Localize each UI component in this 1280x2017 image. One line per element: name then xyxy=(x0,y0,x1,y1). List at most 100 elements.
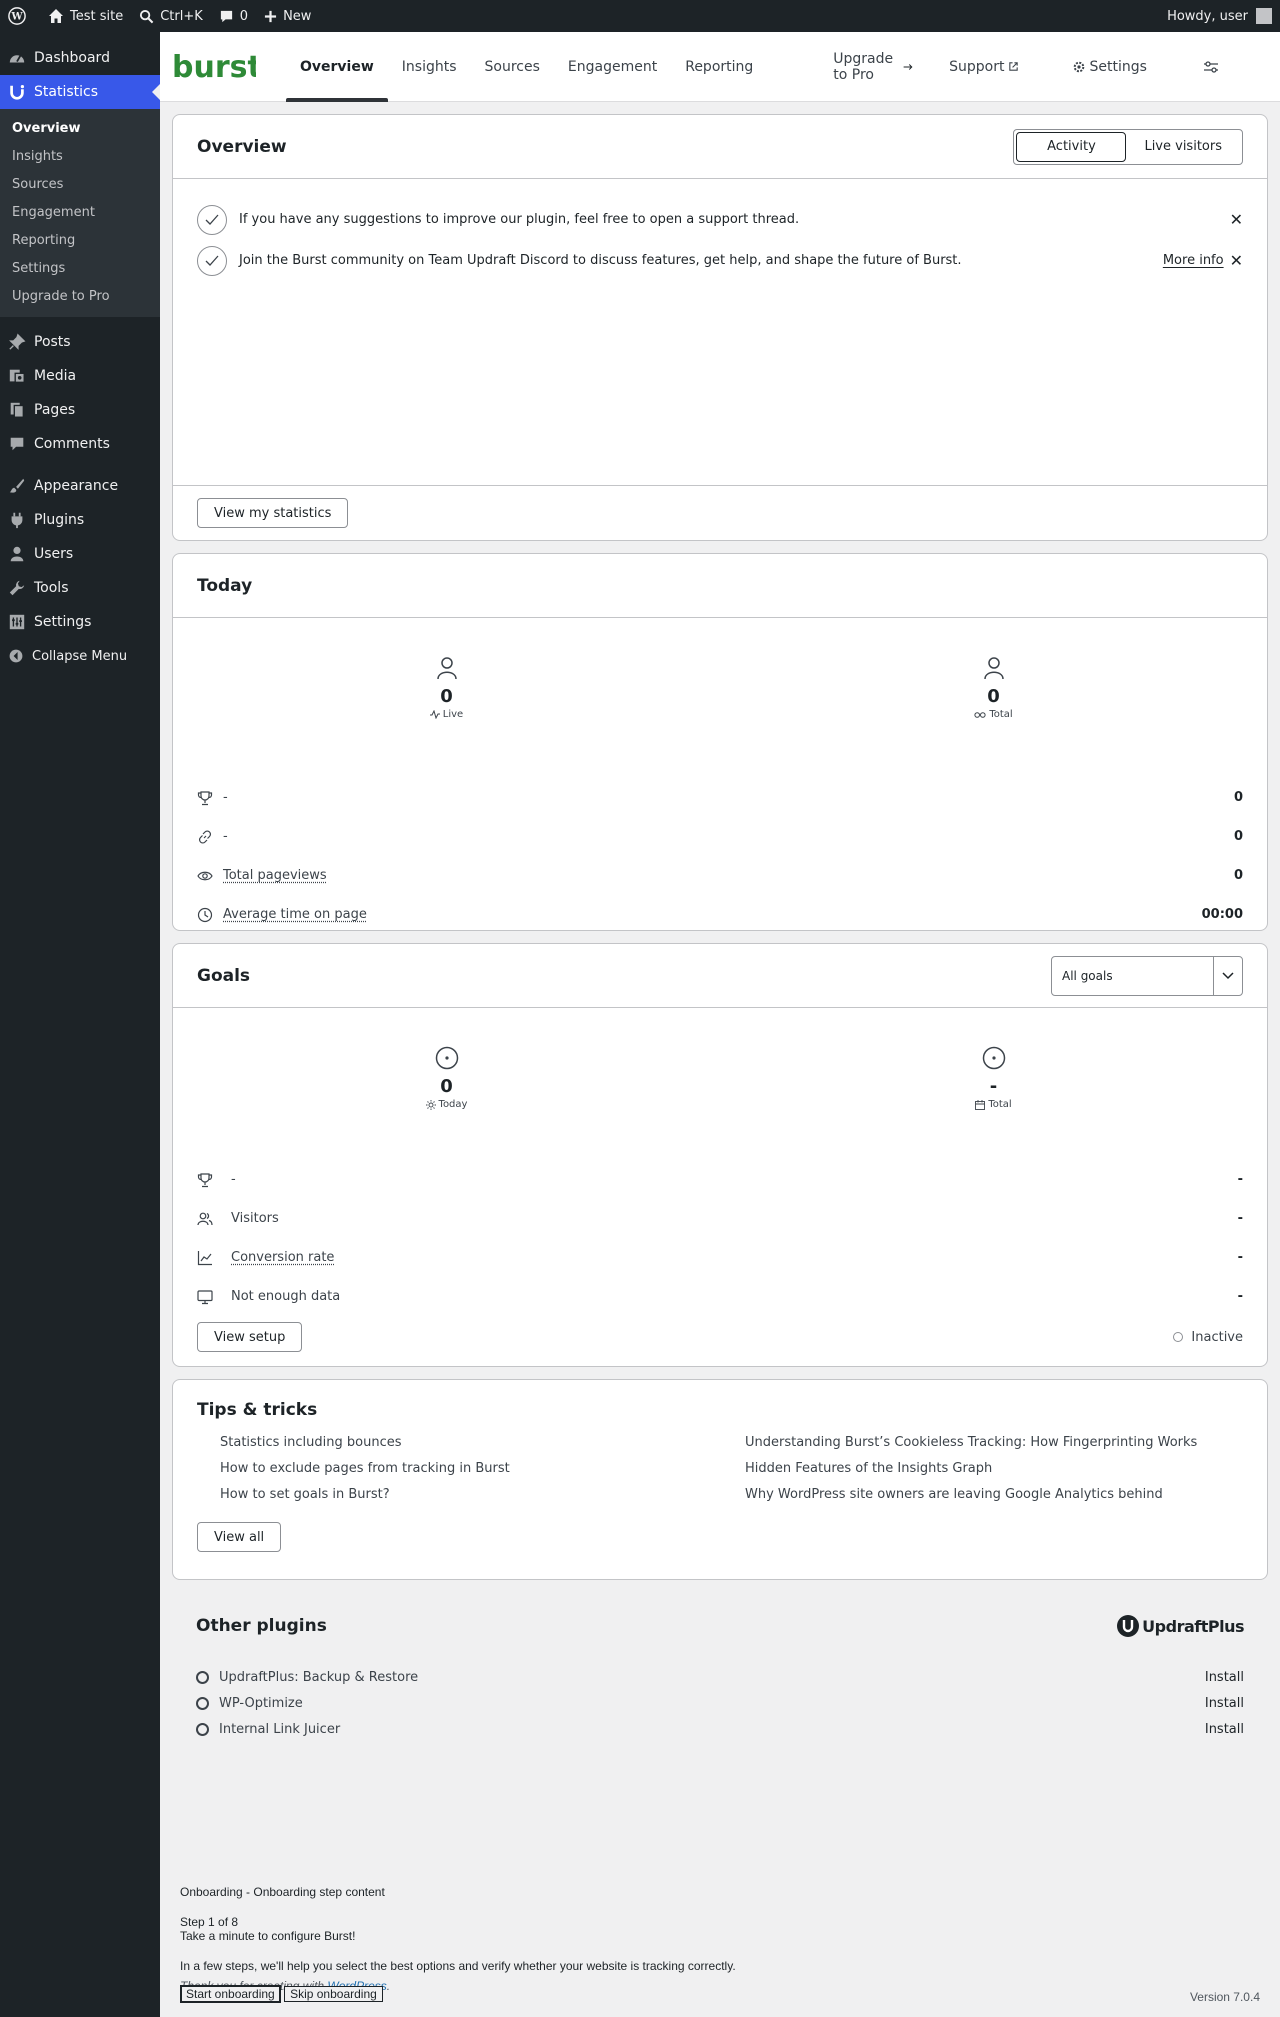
sidebar-item-pages[interactable]: Pages xyxy=(0,393,160,427)
hamburger-menu-button[interactable] xyxy=(1239,60,1280,74)
sidebar-item-posts[interactable]: Posts xyxy=(0,325,160,359)
live-visitors-toggle-button[interactable]: Live visitors xyxy=(1126,132,1240,162)
calendar-icon xyxy=(975,1100,985,1110)
home-icon xyxy=(48,8,64,24)
view-all-tips-button[interactable]: View all xyxy=(197,1522,281,1552)
overview-card: Overview Activity Live visitors If you h… xyxy=(172,114,1268,541)
sidebar-item-appearance[interactable]: Appearance xyxy=(0,469,160,503)
statistics-submenu: Overview Insights Sources Engagement Rep… xyxy=(0,109,160,317)
sidebar-label-users: Users xyxy=(34,546,73,562)
other-plugins-title: Other plugins xyxy=(196,1616,327,1636)
sidebar-label-statistics: Statistics xyxy=(34,84,98,100)
sidebar-item-users[interactable]: Users xyxy=(0,537,160,571)
goals-row-label: Not enough data xyxy=(231,1289,340,1304)
users-icon xyxy=(197,1211,213,1227)
goals-row-value: - xyxy=(1238,1172,1243,1187)
goals-row-value: - xyxy=(1238,1289,1243,1304)
more-info-link[interactable]: More info xyxy=(1163,253,1224,268)
tab-reporting[interactable]: Reporting xyxy=(671,32,767,102)
tip-link[interactable]: Hidden Features of the Insights Graph xyxy=(745,1456,1245,1482)
search-icon xyxy=(139,9,154,24)
live-value: 0 xyxy=(440,686,453,707)
sidebar-item-comments[interactable]: Comments xyxy=(0,427,160,461)
sidebar-label-settings: Settings xyxy=(34,614,91,630)
support-link[interactable]: Support xyxy=(933,59,1039,75)
notice-discord: Join the Burst community on Team Updraft… xyxy=(173,240,1267,281)
submenu-insights[interactable]: Insights xyxy=(0,143,160,171)
conversion-rate-link[interactable]: Conversion rate xyxy=(231,1250,334,1265)
live-visitors-stat: 0 Live xyxy=(347,656,547,778)
install-link[interactable]: Install xyxy=(1205,1670,1244,1685)
sidebar-item-statistics[interactable]: Statistics xyxy=(0,75,160,109)
tab-engagement[interactable]: Engagement xyxy=(554,32,671,102)
start-onboarding-button[interactable]: Start onboarding xyxy=(180,1985,281,2003)
new-content-button[interactable]: New xyxy=(256,0,319,32)
sidebar-item-plugins[interactable]: Plugins xyxy=(0,503,160,537)
notice-discord-text: Join the Burst community on Team Updraft… xyxy=(239,253,962,268)
sidebar-item-dashboard[interactable]: Dashboard xyxy=(0,41,160,75)
updraftplus-logo: UpdraftPlus xyxy=(1116,1614,1244,1638)
tab-insights[interactable]: Insights xyxy=(388,32,471,102)
goals-row-label: Visitors xyxy=(231,1211,279,1226)
goal-status: Inactive xyxy=(1173,1330,1243,1345)
submenu-engagement[interactable]: Engagement xyxy=(0,199,160,227)
tab-overview[interactable]: Overview xyxy=(286,32,388,102)
account-menu[interactable]: Howdy, user xyxy=(1159,0,1280,32)
sliders-icon xyxy=(1203,60,1219,74)
submenu-reporting[interactable]: Reporting xyxy=(0,227,160,255)
dismiss-close-icon[interactable]: ✕ xyxy=(1230,251,1243,270)
admin-bar: W Test site Ctrl+K 0 New Howdy, user xyxy=(0,0,1280,32)
submenu-settings[interactable]: Settings xyxy=(0,255,160,283)
filters-button[interactable] xyxy=(1163,60,1239,74)
search-shortcut-button[interactable]: Ctrl+K xyxy=(131,0,211,32)
tip-link[interactable]: Why WordPress site owners are leaving Go… xyxy=(745,1482,1245,1508)
collapse-menu-button[interactable]: Collapse Menu xyxy=(0,639,160,673)
tips-title: Tips & tricks xyxy=(197,1400,1243,1420)
tip-link[interactable]: How to exclude pages from tracking in Bu… xyxy=(220,1456,745,1482)
tip-link[interactable]: How to set goals in Burst? xyxy=(220,1482,745,1508)
chevron-down-icon[interactable] xyxy=(1214,957,1242,995)
sidebar-item-media[interactable]: Media xyxy=(0,359,160,393)
sidebar-label-posts: Posts xyxy=(34,334,71,350)
goals-total-stat: - Total xyxy=(894,1046,1094,1160)
burst-icon xyxy=(8,83,26,101)
site-name: Test site xyxy=(70,9,123,24)
plugin-row: Internal Link Juicer Install xyxy=(172,1716,1268,1742)
target-icon xyxy=(982,1046,1006,1070)
goals-select[interactable]: All goals xyxy=(1051,956,1243,996)
settings-link[interactable]: Settings xyxy=(1039,59,1162,75)
submenu-overview[interactable]: Overview xyxy=(0,115,160,143)
view-setup-button[interactable]: View setup xyxy=(197,1322,302,1352)
view-my-statistics-button[interactable]: View my statistics xyxy=(197,498,348,528)
check-circle-icon xyxy=(197,246,227,276)
sidebar-item-tools[interactable]: Tools xyxy=(0,571,160,605)
total-pageviews-link[interactable]: Total pageviews xyxy=(223,868,327,883)
sidebar-item-settings[interactable]: Settings xyxy=(0,605,160,639)
site-name-link[interactable]: Test site xyxy=(40,0,131,32)
average-time-link[interactable]: Average time on page xyxy=(223,907,367,922)
install-link[interactable]: Install xyxy=(1205,1722,1244,1737)
activity-pulse-icon xyxy=(430,710,440,719)
wordpress-logo-button[interactable]: W xyxy=(0,0,40,32)
comments-link[interactable]: 0 xyxy=(211,0,256,32)
notice-support: If you have any suggestions to improve o… xyxy=(173,199,1267,240)
dismiss-close-icon[interactable]: ✕ xyxy=(1230,210,1243,229)
activity-toggle-button[interactable]: Activity xyxy=(1016,132,1126,162)
upgrade-to-pro-link[interactable]: Upgrade to Pro xyxy=(817,51,933,83)
onboarding-heading: Onboarding - Onboarding step content xyxy=(180,1885,736,1899)
burst-logo-text: burst xyxy=(172,50,256,84)
submenu-sources[interactable]: Sources xyxy=(0,171,160,199)
plugin-status-circle-icon xyxy=(196,1671,209,1684)
skip-onboarding-button[interactable]: Skip onboarding xyxy=(284,1986,383,2002)
submenu-upgrade[interactable]: Upgrade to Pro xyxy=(0,283,160,311)
install-link[interactable]: Install xyxy=(1205,1696,1244,1711)
inactive-dot-icon xyxy=(1173,1332,1183,1342)
today-row-avg-time: Average time on page 00:00 xyxy=(173,895,1267,934)
tab-sources[interactable]: Sources xyxy=(471,32,554,102)
burst-logo[interactable]: burst xyxy=(172,50,256,84)
tip-link[interactable]: Statistics including bounces xyxy=(220,1430,745,1456)
other-plugins-section: Other plugins UpdraftPlus UpdraftPlus: B… xyxy=(172,1600,1268,1742)
tip-link[interactable]: Understanding Burst’s Cookieless Trackin… xyxy=(745,1430,1245,1456)
comment-bubble-icon xyxy=(219,9,234,24)
goals-title: Goals xyxy=(197,966,250,986)
